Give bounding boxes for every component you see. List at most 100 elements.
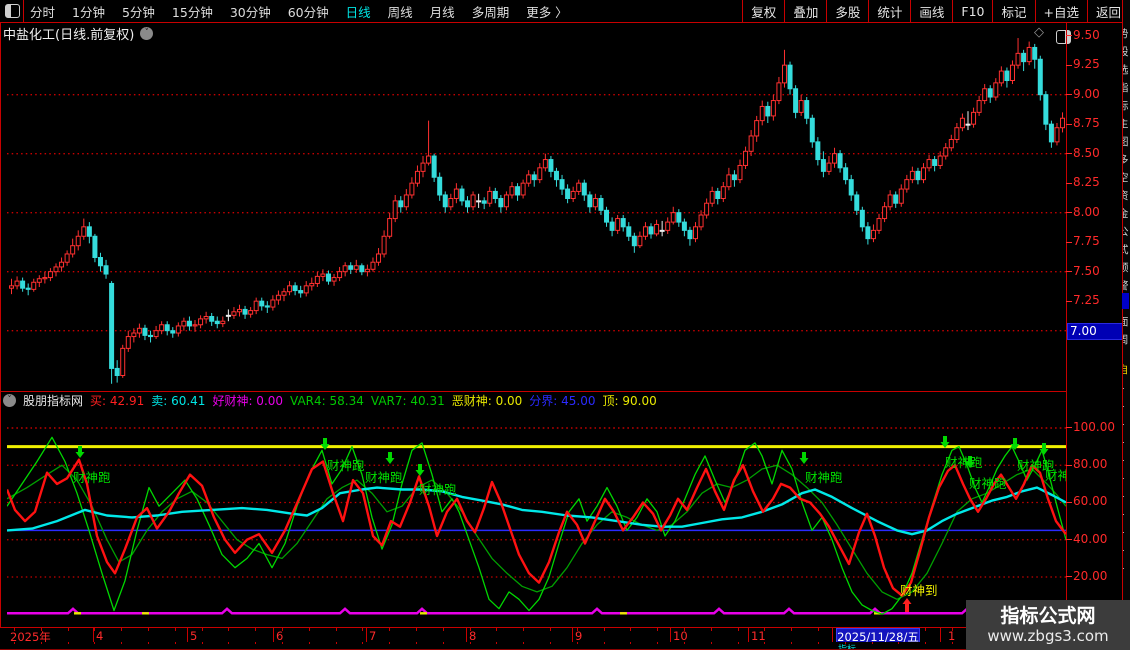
sub-tick [335,642,337,644]
buy-signal-arrow [902,598,912,612]
watermark-url: www.zbgs3.com [987,627,1109,645]
axis-tick [1066,212,1072,214]
sub-tick [550,642,551,644]
sell-signal-label: 财神跑 [945,455,983,470]
sub-tick [148,642,149,644]
period-menu-item[interactable]: 5分钟 [122,2,155,21]
axis-tick [1066,501,1072,503]
sidebar-list-fragment: 1 [1123,380,1130,398]
axis-tick [1066,300,1072,302]
price-axis-label: 7.75 [1073,234,1100,249]
toolbar-button[interactable]: 画线 [910,0,952,22]
sidebar-list-fragment: 1 [1123,542,1130,560]
date-tick [710,628,712,631]
sub-tick [228,642,230,644]
sidebar-list-fragment: 1 [1123,506,1130,524]
toolbar-button[interactable]: F10 [952,0,992,22]
date-axis-label: 11 [751,629,766,643]
main-candlestick-chart[interactable] [7,30,1066,390]
layout-toggle-button[interactable] [0,0,24,23]
period-menu-item[interactable]: 分时 [30,2,55,21]
date-tick [335,628,337,631]
period-menu-item[interactable]: 更多 〉 [526,2,567,21]
window-split-icon [5,4,20,18]
indicator-pane[interactable]: 财神跑财神跑财神跑财神跑财神跑财神跑财神跑财神跑财神跑财神到 [7,410,1066,625]
month-separator [572,628,573,642]
date-axis-label: 9 [575,629,583,643]
series-买 [7,458,1066,597]
toolbar-button[interactable]: 多股 [826,0,868,22]
sidebar-text-fragment: 面 [1123,314,1130,332]
sidebar-text-fragment: 式 [1123,242,1130,260]
sidebar-text-fragment: 周 [1123,332,1130,350]
sub-tick [898,642,900,644]
candles-layer [9,38,1066,384]
sidebar-text-fragment: 股 [1123,44,1130,62]
sidebar-list-fragment: 1 [1123,524,1130,542]
period-menu-item[interactable]: 月线 [430,2,455,21]
sub-tick [94,642,96,644]
toolbar-button[interactable]: 标记 [992,0,1034,22]
period-toolbar: 分时 1分钟 5分钟 15分钟 30分钟 60分钟 日线 周线 月线 多周期 更多 〉 复权 叠加 多股… [0,0,1130,23]
sub-tick [174,642,176,644]
axis-tick [1066,35,1072,37]
sub-tick [764,642,766,644]
price-axis-label: 8.00 [1073,204,1100,219]
period-menu-item[interactable]: 60分钟 [288,2,329,21]
period-menu-item[interactable]: 多周期 [472,2,510,21]
date-tick [174,628,176,631]
sub-tick [710,642,712,644]
date-tick [630,628,632,631]
indicator-source-name: 股朋指标网 [23,394,84,408]
sub-tick [201,642,203,644]
right-sidebar-clipped[interactable]: 势股选指标主图多空资金公式预警版面周自11111111111 [1122,0,1130,650]
sub-tick [255,642,257,644]
period-menu-item[interactable]: 日线 [346,2,371,21]
toolbar-button[interactable]: 叠加 [784,0,826,22]
collapse-icon[interactable]: ˅ [3,394,16,407]
sidebar-list-fragment: 1 [1123,452,1130,470]
date-axis[interactable]: 2025年 4 5 6 7 8 9 10 11 1 2025/11/28/五 [0,627,1067,644]
date-tick [121,628,123,631]
indicator-field: VAR7: 40.31 [370,393,445,408]
date-tick [523,628,525,631]
axis-tick [1066,539,1072,541]
month-separator [366,628,367,642]
sub-tick [442,642,444,644]
sidebar-text-fragment: 图 [1123,134,1130,152]
period-menu-item[interactable]: 周线 [388,2,413,21]
period-menu-item[interactable]: 15分钟 [172,2,213,21]
indicator-axis-label: 40.00 [1073,531,1108,546]
date-axis-label: 4 [96,629,104,643]
toolbar-button[interactable]: 复权 [742,0,784,22]
sidebar-text-fragment: 资 [1123,188,1130,206]
axis-tick [1066,153,1072,155]
sub-tick [121,642,123,644]
period-menu-item[interactable]: 1分钟 [72,2,105,21]
sell-signal-arrow [799,452,809,464]
sub-tick [389,642,391,644]
period-menu-item[interactable]: 30分钟 [230,2,271,21]
sub-tick [496,642,498,644]
watermark-title: 指标公式网 [1000,605,1096,627]
watermark: 指标公式网 www.zbgs3.com [966,600,1130,650]
price-axis-label: 8.25 [1073,175,1100,190]
toolbar-button[interactable]: 统计 [868,0,910,22]
indicator-field: 好财神: 0.00 [212,394,284,408]
axis-tick [1066,182,1072,184]
date-axis-label: 8 [469,629,477,643]
sub-tick [818,642,819,644]
date-axis-label: 1 [948,629,956,643]
sub-pane-strip: 指标 [0,642,1067,649]
toolbar-button[interactable]: +自选 [1034,0,1087,22]
date-axis-label: 5 [190,629,198,643]
sub-tick [844,642,846,644]
sell-signal-arrow [320,438,330,450]
price-axis-label: 7.50 [1073,263,1100,278]
buy-signal-label: 财神到 [900,583,938,598]
sub-tick [576,642,578,644]
date-tick [201,628,203,631]
sidebar-text-fragment: 选 [1123,62,1130,80]
sub-tick [925,642,927,644]
date-tick [67,628,69,631]
